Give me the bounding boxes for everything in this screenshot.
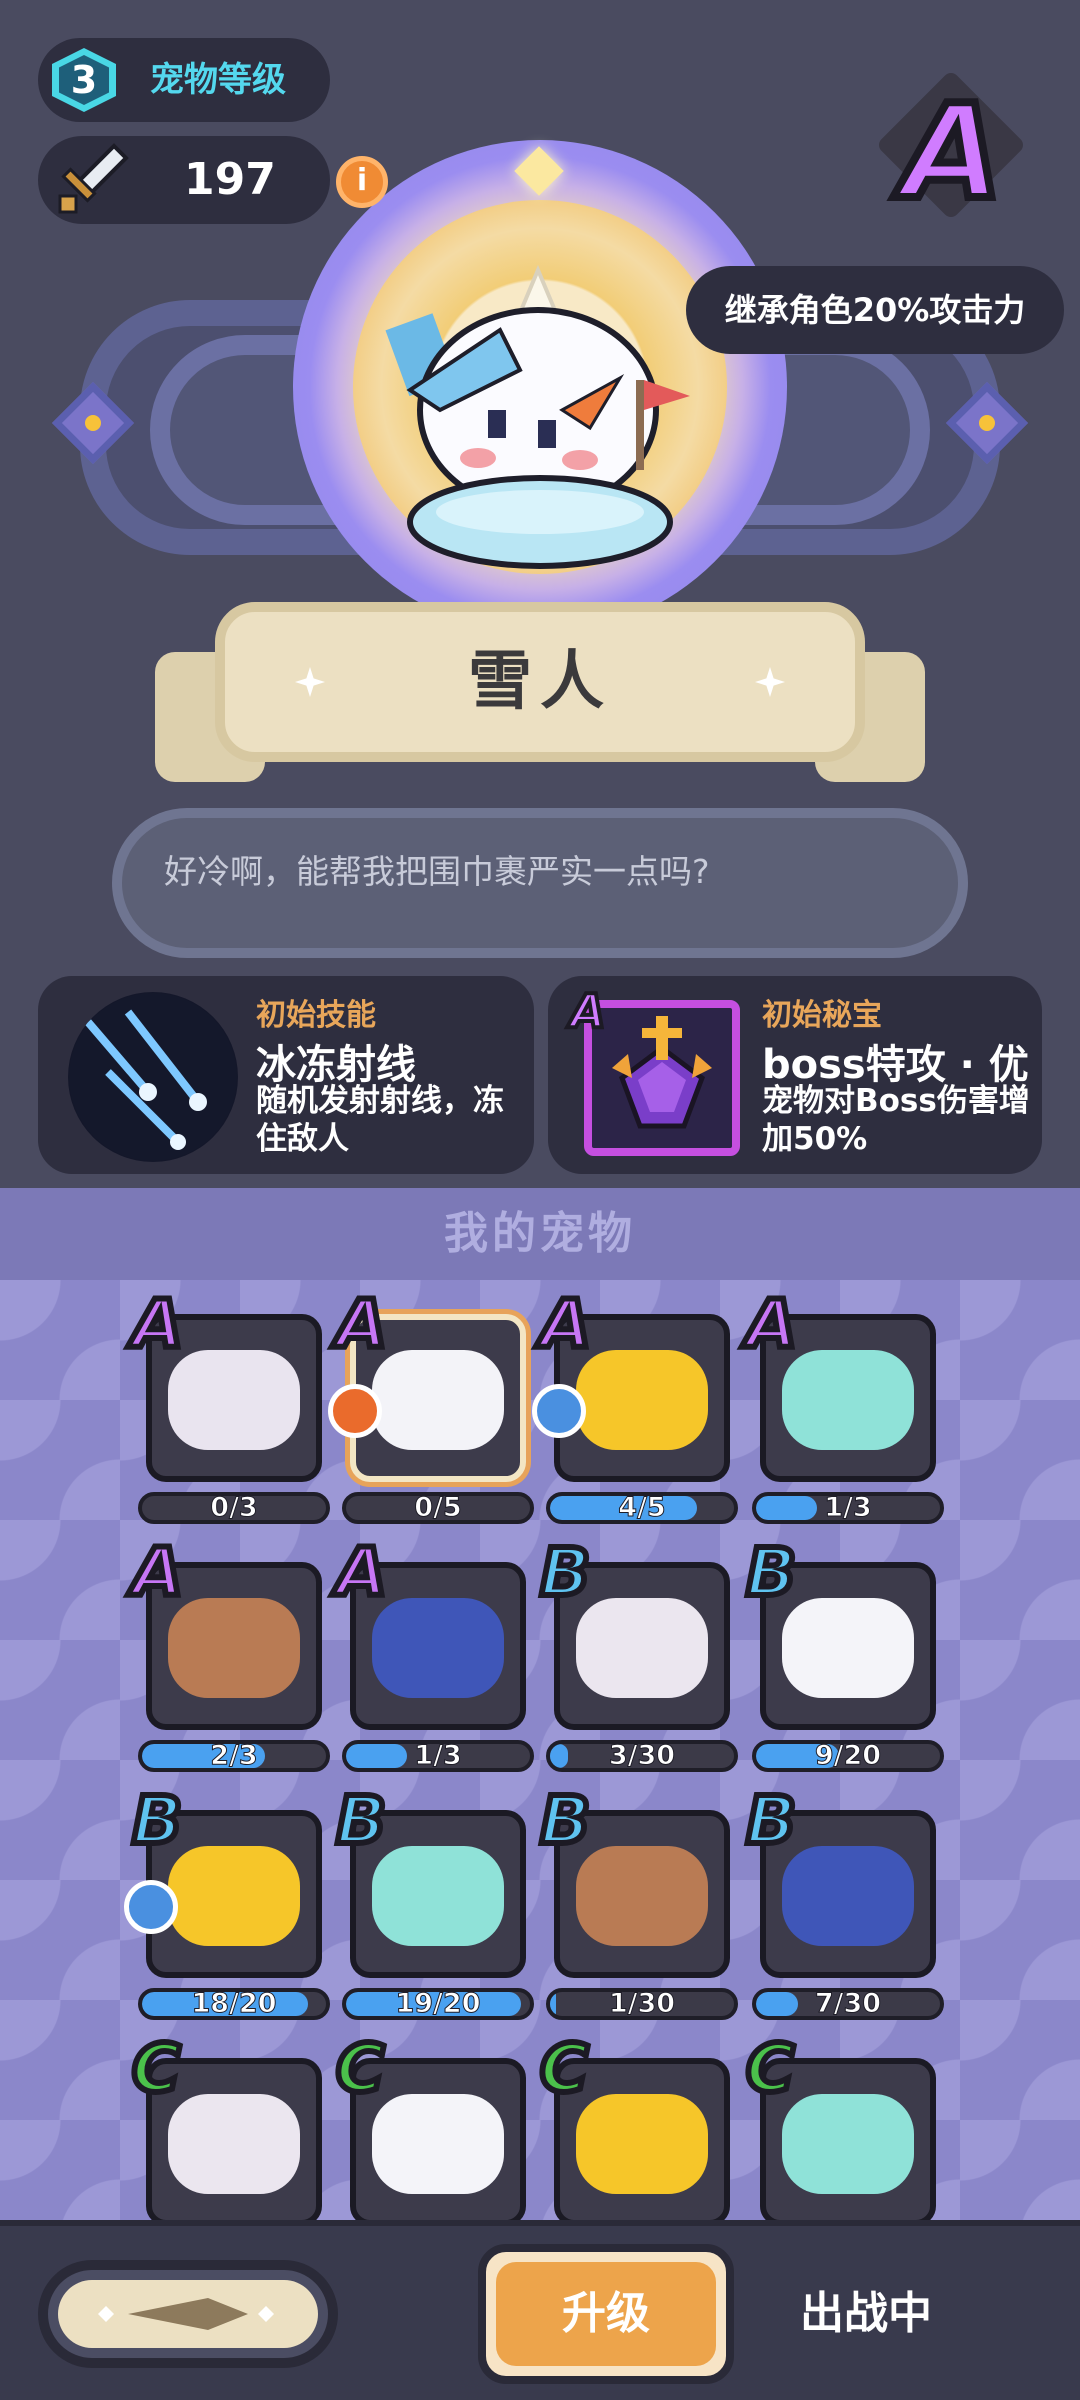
pet-rank-letter: A: [129, 1531, 186, 1614]
pet-portrait: [782, 1350, 914, 1450]
back-arrow-icon: [58, 2280, 318, 2348]
pet-slot[interactable]: B 18/20: [124, 1779, 330, 2020]
pet-progress-label: 7/30: [814, 1988, 882, 2020]
pet-quote-text: 好冷啊，能帮我把围巾裹严实一点吗?: [164, 852, 710, 891]
pet-medal-icon: [328, 1384, 382, 1438]
pet-grid: A 0/3 A 0/5 A 4/5 A 1/3 A 2/3 A 1/3 B 3/30 B 9/20 B 18/20…: [0, 1280, 1080, 2226]
pet-rank-letter: A: [333, 1531, 390, 1614]
pet-portrait: [576, 1350, 708, 1450]
sword-icon: [58, 143, 129, 214]
pet-detail-panel: 3 宠物等级 197 i A 继承角色20%攻击力 雪人 好冷啊，能帮我把围巾裹…: [0, 0, 1080, 1188]
pet-progress-label: 0/3: [210, 1492, 258, 1524]
pet-medal-icon: [532, 1384, 586, 1438]
pet-slot[interactable]: B 7/30: [743, 1779, 944, 2020]
pet-portrait: [372, 1846, 504, 1946]
pet-rank-letter: A: [743, 1283, 800, 1366]
treasure-grade-letter: A: [568, 982, 608, 1040]
pet-slot[interactable]: B 3/30: [537, 1531, 738, 1772]
pet-slot[interactable]: A 0/5: [328, 1283, 534, 1524]
pet-progress-label: 9/20: [814, 1740, 882, 1772]
pet-progress-label: 18/20: [191, 1988, 277, 2020]
ice-ray-skill-icon: [68, 992, 238, 1162]
pet-progress-label: 1/3: [824, 1492, 872, 1524]
pet-slot[interactable]: A 1/3: [333, 1531, 534, 1772]
pet-portrait: [576, 1846, 708, 1946]
pet-portrait: [782, 1846, 914, 1946]
pet-rank-letter: C: [743, 2027, 797, 2110]
power-value: 197: [184, 154, 276, 205]
pet-level-label: 宠物等级: [150, 60, 286, 100]
skill-title: 初始技能: [256, 998, 376, 1033]
pet-portrait: [372, 2094, 504, 2194]
pet-progress-label: 19/20: [395, 1988, 481, 2020]
pet-medal-icon: [124, 1880, 178, 1934]
my-pets-title: 我的宠物: [444, 1208, 636, 1259]
pet-portrait: [372, 1598, 504, 1698]
pet-slot[interactable]: B 19/20: [333, 1779, 534, 2020]
upgrade-label: 升级: [496, 2262, 716, 2366]
pet-slot[interactable]: A 2/3: [129, 1531, 330, 1772]
pet-progress-label: 1/30: [608, 1988, 676, 2020]
pet-slot[interactable]: B 1/30: [537, 1779, 738, 2020]
pet-rank-letter: C: [129, 2027, 183, 2110]
initial-skill-card[interactable]: 初始技能 冰冻射线 随机发射射线，冻住敌人: [38, 976, 534, 1174]
pet-portrait: [576, 2094, 708, 2194]
treasure-icon: [584, 1000, 740, 1156]
pet-progress-label: 1/3: [414, 1740, 462, 1772]
arrow-glyph-icon: [98, 2298, 274, 2330]
pet-portrait: [782, 2094, 914, 2194]
pet-rank-letter: C: [333, 2027, 387, 2110]
pet-slot[interactable]: A 1/3: [743, 1283, 944, 1524]
pet-rank-letter: C: [537, 2027, 591, 2110]
pet-portrait: [168, 1598, 300, 1698]
skill-desc: 随机发射射线，冻住敌人: [256, 1083, 504, 1157]
pet-name: 雪人: [468, 645, 612, 719]
pet-rank-letter: A: [129, 1283, 186, 1366]
pet-rank-letter: B: [129, 1779, 185, 1862]
treasure-desc: 宠物对Boss伤害增加50%: [762, 1083, 1030, 1157]
upgrade-button[interactable]: 升级: [478, 2244, 734, 2384]
pet-rank-letter: A: [333, 1283, 390, 1366]
pet-grade-letter: A: [898, 72, 1007, 232]
initial-treasure-card[interactable]: A 初始秘宝 boss特攻 · 优 宠物对Boss伤害增加50%: [548, 976, 1042, 1174]
pet-rank-letter: B: [743, 1531, 799, 1614]
name-banner: 雪人: [155, 592, 925, 782]
pet-level-value: 3: [70, 58, 98, 102]
treasure-title: 初始秘宝: [762, 998, 882, 1033]
snowman-pet-image: [385, 264, 690, 569]
pet-progress-label: 0/5: [414, 1492, 462, 1524]
pet-portrait: [576, 1598, 708, 1698]
pet-progress-label: 2/3: [210, 1740, 258, 1772]
pet-slot[interactable]: A 4/5: [532, 1283, 738, 1524]
crown-gem-icon: [612, 1016, 712, 1129]
pet-portrait: [372, 1350, 504, 1450]
pet-portrait: [782, 1598, 914, 1698]
power-badge: 197: [38, 136, 330, 224]
in-battle-status[interactable]: 出战中: [800, 2226, 932, 2400]
inherit-attack-text: 继承角色20%攻击力: [686, 266, 1064, 354]
pet-portrait: [168, 2094, 300, 2194]
pet-slot[interactable]: A 0/3: [129, 1283, 330, 1524]
back-button[interactable]: [38, 2260, 338, 2368]
pet-rank-letter: B: [333, 1779, 389, 1862]
pet-progress-label: 3/30: [608, 1740, 676, 1772]
pet-rank-letter: A: [537, 1283, 594, 1366]
pet-progress-label: 4/5: [618, 1492, 666, 1524]
pet-slot[interactable]: B 9/20: [743, 1531, 944, 1772]
pet-portrait: [168, 1350, 300, 1450]
pet-rank-letter: B: [537, 1779, 593, 1862]
pet-quote-box: 好冷啊，能帮我把围巾裹严实一点吗?: [112, 808, 968, 958]
pet-rank-letter: B: [743, 1779, 799, 1862]
bottom-bar: 升级 出战中: [0, 2220, 1080, 2400]
pet-grade-badge: A: [875, 69, 1027, 232]
my-pets-header: 我的宠物: [0, 1188, 1080, 1280]
info-button[interactable]: i: [336, 156, 388, 208]
pet-level-badge: 3 宠物等级: [38, 38, 330, 122]
pet-portrait: [168, 1846, 300, 1946]
pet-rank-letter: B: [537, 1531, 593, 1614]
